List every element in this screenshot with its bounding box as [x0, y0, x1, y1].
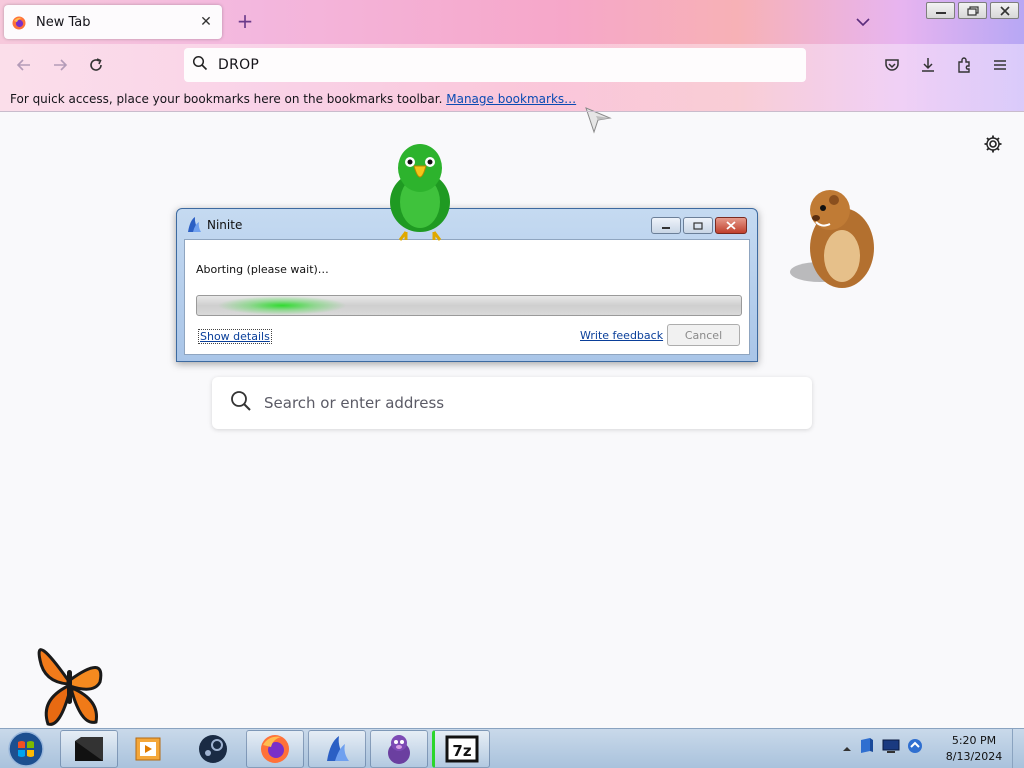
search-placeholder: Search or enter address [264, 394, 445, 412]
manage-bookmarks-link[interactable]: Manage bookmarks… [446, 92, 576, 106]
taskbar-steam[interactable] [184, 730, 242, 768]
ninite-dialog: Ninite Aborting (please wait)… Show deta… [176, 208, 758, 362]
taskbar-ninite[interactable] [308, 730, 366, 768]
reload-icon[interactable] [85, 54, 107, 76]
chevron-down-icon[interactable] [852, 12, 874, 32]
minimize-button[interactable] [926, 2, 955, 19]
parrot-mascot-icon [384, 140, 456, 242]
dialog-window-controls [651, 217, 747, 234]
write-feedback-link[interactable]: Write feedback [580, 329, 663, 342]
navigation-toolbar: DROP [0, 44, 1024, 86]
bookmarks-toolbar: For quick access, place your bookmarks h… [0, 86, 1024, 112]
newtab-search-box[interactable]: Search or enter address [212, 377, 812, 429]
dialog-title: Ninite [207, 218, 243, 232]
sevenzip-label: 7z [452, 742, 471, 760]
bookmarks-message: For quick access, place your bookmarks h… [10, 92, 443, 106]
dialog-maximize-button[interactable] [683, 217, 713, 234]
tray-shield-icon[interactable] [858, 737, 876, 759]
pocket-icon[interactable] [881, 54, 903, 76]
ninite-icon [185, 216, 203, 234]
tab-bar: New Tab ✕ + [0, 0, 1024, 44]
browser-chrome: New Tab ✕ + DROP For quick access, place… [0, 0, 1024, 112]
taskbar-firefox[interactable] [246, 730, 304, 768]
tab-title: New Tab [36, 14, 91, 30]
search-icon [230, 390, 252, 416]
dialog-body: Aborting (please wait)… Show details Wri… [184, 239, 750, 355]
clock-date: 8/13/2024 [945, 750, 1003, 763]
taskbar-bonzi-buddy[interactable] [370, 730, 428, 768]
gear-icon[interactable] [983, 134, 1003, 154]
url-text: DROP [218, 57, 260, 73]
butterfly-mascot-icon [30, 630, 108, 730]
firefox-icon [12, 15, 26, 30]
taskbar: 7z 5:20 PM 8/13/2024 [0, 728, 1024, 768]
taskbar-7zip[interactable]: 7z [432, 730, 490, 768]
url-bar[interactable]: DROP [184, 48, 806, 82]
close-window-button[interactable] [990, 2, 1019, 19]
restore-button[interactable] [958, 2, 987, 19]
back-icon[interactable] [13, 54, 35, 76]
system-tray [842, 737, 924, 759]
show-desktop-button[interactable] [1012, 729, 1024, 768]
dialog-titlebar[interactable]: Ninite [177, 209, 757, 239]
taskbar-terminal[interactable] [60, 730, 118, 768]
taskbar-clock[interactable]: 5:20 PM 8/13/2024 [938, 733, 1010, 765]
forward-icon[interactable] [49, 54, 71, 76]
clock-time: 5:20 PM [951, 734, 997, 747]
tab-close-icon[interactable]: ✕ [198, 14, 214, 30]
download-icon[interactable] [917, 54, 939, 76]
tray-expand-icon[interactable] [842, 739, 852, 758]
tab-new-tab[interactable]: New Tab ✕ [4, 5, 222, 39]
dialog-close-button[interactable] [715, 217, 747, 234]
tray-network-icon[interactable] [882, 738, 900, 758]
extensions-icon[interactable] [953, 54, 975, 76]
dialog-minimize-button[interactable] [651, 217, 681, 234]
new-tab-button[interactable]: + [234, 10, 256, 32]
taskbar-media-player[interactable] [120, 730, 178, 768]
start-button[interactable] [6, 730, 46, 768]
tray-speaker-icon[interactable] [906, 737, 924, 759]
search-icon [192, 55, 208, 75]
hamster-mascot-icon [790, 184, 882, 292]
show-details-link[interactable]: Show details [198, 329, 272, 344]
progress-glow [217, 296, 347, 315]
window-controls [926, 2, 1019, 19]
status-text: Aborting (please wait)… [196, 263, 329, 276]
menu-icon[interactable] [989, 54, 1011, 76]
cancel-button[interactable]: Cancel [667, 324, 740, 346]
progress-bar [196, 295, 742, 316]
